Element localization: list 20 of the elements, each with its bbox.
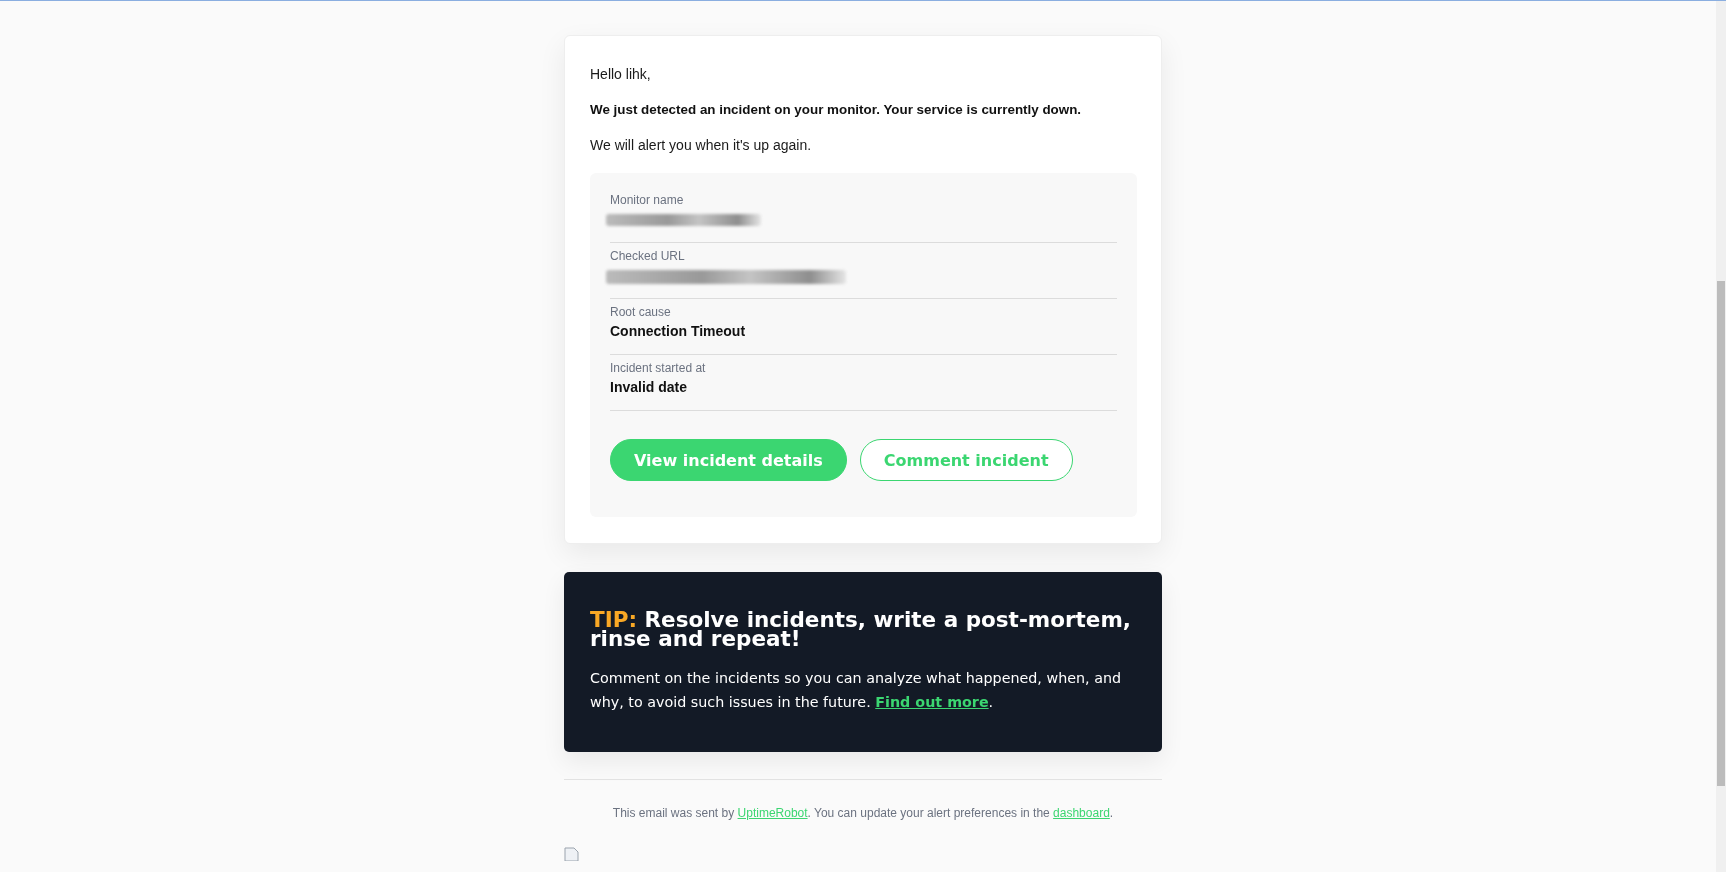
footer-text: This email was sent by UptimeRobot. You can update your alert preferences in the dashboard. [611,806,1115,820]
scrollbar[interactable] [1716,1,1726,872]
find-out-more-link[interactable]: Find out more [875,694,989,710]
greeting-text: Hello lihk, [590,66,652,82]
broken-image-icon [564,847,580,861]
scrollbar-thumb[interactable] [1717,281,1725,786]
tip-heading: TIP: Resolve incidents, write a post-mortem, rinse and repeat! [590,610,1132,648]
uptimerobot-link[interactable]: UptimeRobot [737,806,808,820]
comment-button[interactable]: Comment incident [859,439,1073,481]
dashboard-link[interactable]: dashboard [1053,806,1110,820]
tip-text: Comment on the incidents so you can analyze what happened, when, and why, to avoid such issues in the future. Find out more. [590,669,1123,712]
alert-text: We just detected an incident on your monitor. Your service is currently down. [590,102,1083,117]
detail-label: Incident started at [610,361,706,375]
detail-label: Checked URL [610,249,685,263]
detail-value: Invalid date [610,379,688,395]
followup-text: We will alert you when it's up again. [590,137,813,153]
detail-label: Monitor name [610,193,684,207]
view-details-button[interactable]: View incident details [610,439,847,481]
detail-label: Root cause [610,305,671,319]
detail-value: Connection Timeout [610,323,746,339]
